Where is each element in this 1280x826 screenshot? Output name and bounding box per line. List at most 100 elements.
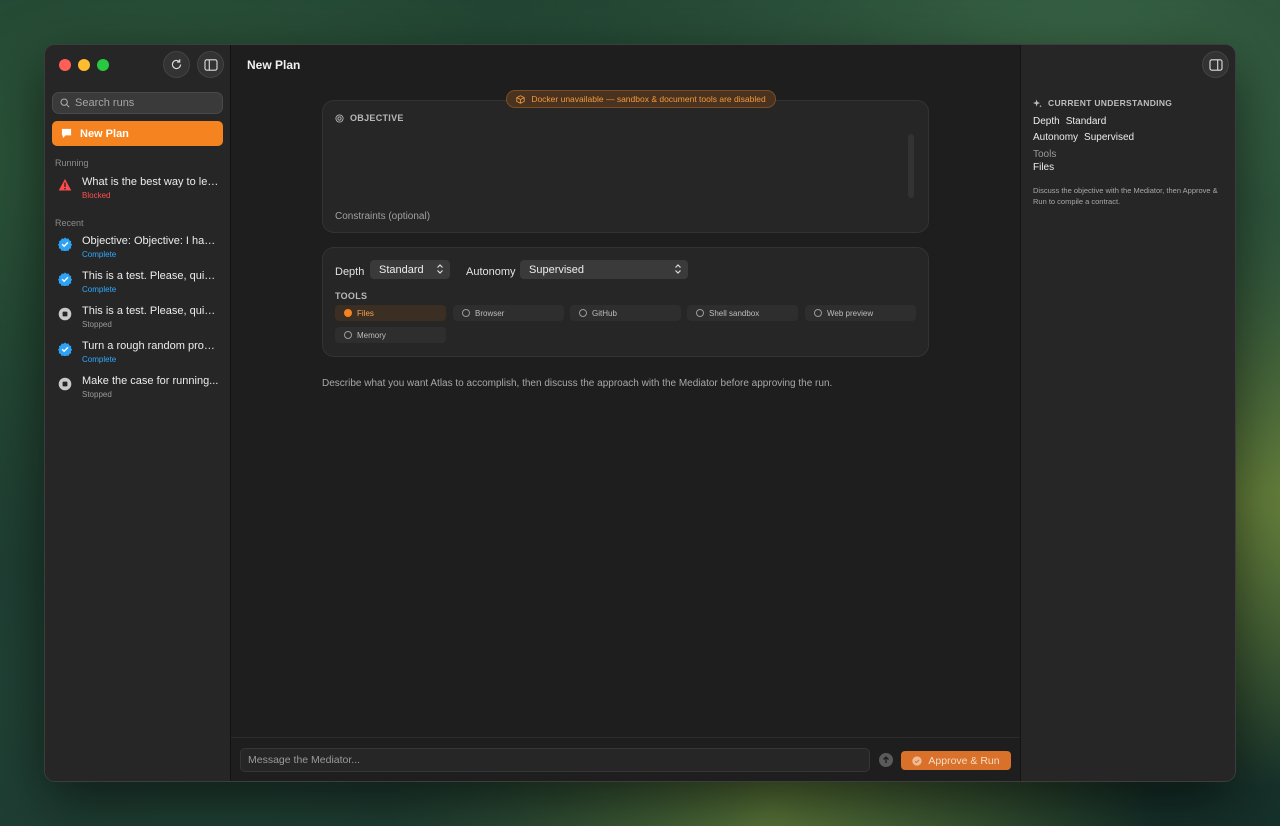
objective-label: OBJECTIVE: [335, 113, 404, 123]
check-badge-icon: [58, 237, 72, 251]
stop-icon: [58, 377, 72, 391]
radio-icon: [696, 309, 704, 317]
tool-label: GitHub: [592, 308, 617, 318]
radio-icon: [344, 331, 352, 339]
new-plan-label: New Plan: [80, 127, 129, 140]
run-status: Complete: [82, 285, 117, 294]
check-badge-icon: [58, 342, 72, 356]
page-title: New Plan: [247, 58, 301, 72]
run-item[interactable]: Turn a rough random prod... Complete: [45, 340, 231, 370]
minimize-window-button[interactable]: [78, 59, 90, 71]
autonomy-summary: Autonomy Supervised: [1033, 132, 1134, 143]
run-status: Stopped: [82, 390, 112, 399]
run-title: Turn a rough random prod...: [82, 340, 219, 352]
tool-label: Files: [357, 308, 374, 318]
updown-chevron-icon: [437, 264, 443, 274]
autonomy-select[interactable]: Supervised: [520, 260, 688, 279]
tool-shell-sandbox[interactable]: Shell sandbox: [687, 305, 798, 321]
tools-summary-value: Files: [1033, 162, 1055, 173]
refresh-icon: [171, 59, 182, 70]
autonomy-summary-value: Supervised: [1084, 132, 1135, 143]
objective-card[interactable]: OBJECTIVE Constraints (optional): [322, 100, 929, 233]
tools-key: Tools: [1033, 149, 1057, 160]
recent-section-label: Recent: [55, 218, 84, 228]
depth-label: Depth: [335, 266, 365, 278]
constraints-field[interactable]: Constraints (optional): [335, 211, 430, 222]
tool-label: Web preview: [827, 308, 874, 318]
approve-run-button[interactable]: Approve & Run: [901, 751, 1011, 770]
new-plan-button[interactable]: New Plan: [52, 121, 223, 146]
composer: Approve & Run: [231, 737, 1020, 781]
inspector-icon: [1208, 58, 1223, 71]
depth-value: Standard: [379, 263, 424, 276]
warning-icon: [58, 179, 72, 191]
depth-select[interactable]: Standard: [370, 260, 450, 279]
close-window-button[interactable]: [59, 59, 71, 71]
sparkle-icon: [1033, 98, 1042, 107]
depth-summary: Depth Standard: [1033, 116, 1106, 127]
tool-memory[interactable]: Memory: [335, 327, 446, 343]
toggle-sidebar-button[interactable]: [197, 51, 224, 78]
sidebar: New Plan Running What is the best way to…: [45, 45, 231, 781]
check-badge-icon: [912, 755, 923, 766]
toggle-inspector-button[interactable]: [1202, 51, 1229, 78]
window-controls: [59, 59, 109, 71]
message-input[interactable]: [240, 748, 870, 772]
app-window: New Plan Running What is the best way to…: [44, 44, 1236, 782]
autonomy-key: Autonomy: [1033, 132, 1079, 143]
run-status: Stopped: [82, 320, 112, 329]
run-item[interactable]: Objective: Objective: I have... Complete: [45, 235, 231, 265]
run-title: Objective: Objective: I have...: [82, 235, 219, 247]
docker-warning-badge: Docker unavailable — sandbox & document …: [506, 90, 776, 108]
run-title: What is the best way to lea...: [82, 176, 219, 188]
check-badge-icon: [58, 272, 72, 286]
search-input[interactable]: [75, 97, 215, 109]
send-button[interactable]: [879, 753, 893, 767]
hint-text: Describe what you want Atlas to accompli…: [322, 378, 833, 389]
run-item[interactable]: This is a test. Please, quick... Stopped: [45, 305, 231, 335]
warning-text: Docker unavailable — sandbox & document …: [531, 94, 766, 104]
understanding-heading: CURRENT UNDERSTANDING: [1033, 98, 1172, 108]
tool-label: Shell sandbox: [709, 308, 760, 318]
approve-run-label: Approve & Run: [928, 754, 1000, 767]
refresh-button[interactable]: [163, 51, 190, 78]
autonomy-label: Autonomy: [466, 266, 516, 278]
run-status: Complete: [82, 250, 117, 259]
run-status: Blocked: [82, 191, 111, 200]
running-section-label: Running: [55, 158, 89, 168]
checked-radio-icon: [344, 309, 352, 317]
tool-github[interactable]: GitHub: [570, 305, 681, 321]
depth-summary-value: Standard: [1065, 116, 1107, 127]
tools-label: TOOLS: [335, 291, 368, 301]
zoom-window-button[interactable]: [97, 59, 109, 71]
tool-label: Browser: [475, 308, 505, 318]
run-status: Complete: [82, 355, 117, 364]
main-panel: New Plan Docker unavailable — sandbox & …: [231, 45, 1020, 781]
search-icon: [60, 98, 70, 108]
radio-icon: [462, 309, 470, 317]
run-title: Make the case for running...: [82, 375, 219, 387]
run-item[interactable]: What is the best way to lea... Blocked: [45, 176, 231, 206]
autonomy-value: Supervised: [529, 263, 585, 276]
search-box: [52, 92, 223, 114]
run-title: This is a test. Please, quick...: [82, 305, 219, 317]
depth-key: Depth: [1033, 116, 1060, 127]
radio-icon: [814, 309, 822, 317]
chat-icon: [61, 128, 72, 139]
tool-files[interactable]: Files: [335, 305, 446, 321]
target-icon: [335, 113, 344, 123]
tool-web-preview[interactable]: Web preview: [805, 305, 916, 321]
objective-scrollbar[interactable]: [908, 134, 914, 198]
arrow-up-icon: [883, 756, 889, 763]
understanding-note: Discuss the objective with the Mediator,…: [1033, 186, 1218, 206]
understanding-panel: CURRENT UNDERSTANDING Depth Standard Auto…: [1020, 45, 1235, 781]
box-icon: [516, 94, 525, 104]
sidebar-icon: [203, 58, 218, 71]
run-item[interactable]: This is a test. Please, quick... Complet…: [45, 270, 231, 300]
tool-browser[interactable]: Browser: [453, 305, 564, 321]
objective-label-text: OBJECTIVE: [350, 113, 404, 123]
run-item[interactable]: Make the case for running... Stopped: [45, 375, 231, 405]
radio-icon: [579, 309, 587, 317]
updown-chevron-icon: [675, 264, 681, 274]
run-title: This is a test. Please, quick...: [82, 270, 219, 282]
